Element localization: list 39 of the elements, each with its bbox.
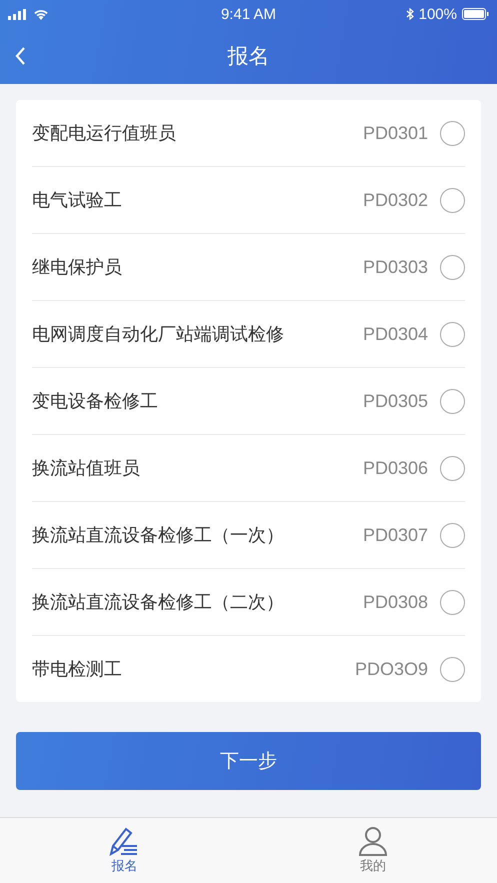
- job-name: 继电保护员: [32, 256, 123, 279]
- job-name: 换流站直流设备检修工（二次）: [32, 591, 285, 614]
- job-code: PD0303: [362, 256, 428, 278]
- radio-button[interactable]: [440, 120, 465, 146]
- status-time: 9:41 AM: [220, 6, 276, 22]
- person-icon: [356, 826, 389, 856]
- job-code: PD0304: [362, 324, 428, 344]
- battery-percent: 100%: [418, 6, 457, 22]
- job-code: PD0308: [362, 592, 428, 612]
- radio-button[interactable]: [440, 188, 465, 212]
- next-button[interactable]: 下一步: [16, 732, 481, 790]
- radio-button[interactable]: [440, 590, 465, 614]
- radio-button[interactable]: [440, 656, 465, 682]
- job-name: 带电检测工: [32, 658, 123, 681]
- radio-button[interactable]: [440, 522, 465, 548]
- battery-icon: [462, 8, 489, 20]
- back-icon[interactable]: [14, 46, 26, 66]
- tab[interactable]: 报名: [0, 818, 248, 883]
- job-code: PD0305: [362, 390, 428, 412]
- tab[interactable]: 我的: [248, 818, 497, 883]
- bluetooth-icon: [406, 8, 414, 20]
- radio-button[interactable]: [440, 456, 465, 480]
- signal-icon: [8, 8, 28, 20]
- page-title: 报名: [228, 43, 270, 70]
- job-name: 电网调度自动化厂站端调试检修: [32, 323, 285, 346]
- job-code: PD0301: [362, 122, 428, 144]
- job-name: 电气试验工: [32, 189, 123, 212]
- job-code: PD0302: [362, 190, 428, 210]
- job-name: 换流站值班员: [32, 457, 141, 480]
- job-code: PDO3O9: [354, 658, 428, 680]
- job-code: PD0306: [362, 458, 428, 478]
- radio-button[interactable]: [440, 388, 465, 414]
- wifi-icon: [33, 8, 49, 20]
- job-name: 换流站直流设备检修工（一次）: [32, 524, 285, 547]
- job-name: 变配电运行值班员: [32, 122, 177, 145]
- radio-button[interactable]: [440, 322, 465, 346]
- radio-button[interactable]: [440, 254, 465, 280]
- job-code: PD0307: [362, 524, 428, 546]
- job-name: 变电设备检修工: [32, 390, 159, 413]
